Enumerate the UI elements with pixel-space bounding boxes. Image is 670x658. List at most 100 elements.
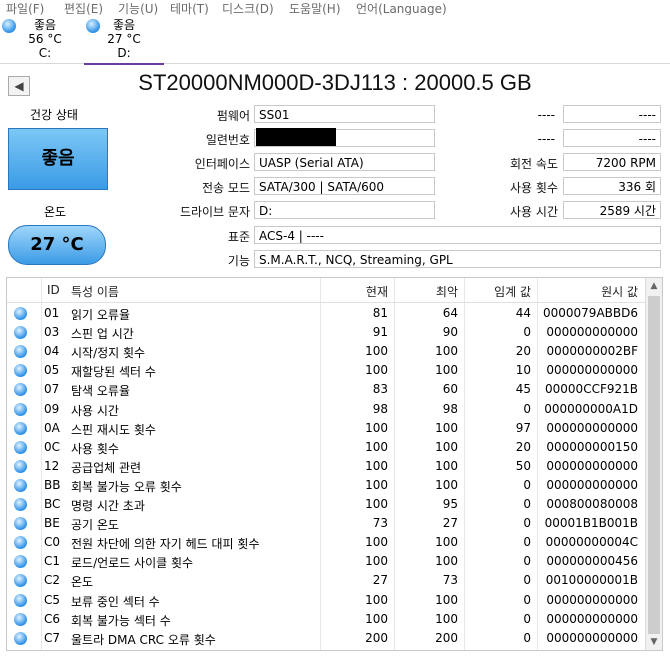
status-dot-icon — [14, 574, 27, 588]
header-id[interactable]: ID — [47, 283, 60, 297]
attr-raw: 000000000000 — [546, 592, 638, 607]
attr-worst: 64 — [442, 306, 458, 320]
attr-worst: 98 — [442, 401, 458, 416]
table-row[interactable]: 0A 스핀 재시도 횟수 100 100 97 000000000000 — [7, 419, 647, 438]
temperature-button[interactable]: 27 °C — [8, 225, 106, 265]
status-dot-icon — [14, 478, 27, 492]
attr-id: C7 — [44, 630, 61, 645]
attr-worst: 100 — [435, 477, 458, 492]
standard-field: ACS-4 | ---- — [254, 226, 661, 244]
attr-current: 91 — [372, 325, 388, 340]
status-dot-icon — [14, 498, 27, 511]
table-row[interactable]: C6 회복 불가능 섹터 수 100 100 0 000000000000 — [7, 610, 647, 629]
header-raw[interactable]: 원시 값 — [537, 283, 638, 300]
attr-worst: 95 — [442, 497, 458, 511]
right-info-2a: ---- — [440, 129, 560, 147]
attr-worst: 27 — [442, 516, 458, 531]
attr-worst: 200 — [435, 630, 458, 645]
drive-letter-label: 드라이브 문자 — [179, 205, 250, 219]
status-dot-icon — [14, 517, 27, 531]
table-header: ID 특성 이름 현재 최악 임계 값 원시 값 — [7, 278, 647, 303]
scroll-up-icon[interactable]: ▲ — [646, 278, 662, 294]
status-dot-icon — [14, 555, 27, 569]
table-row[interactable]: 01 읽기 오류율 81 64 44 0000079ABBD6 — [7, 304, 647, 323]
attr-threshold: 0 — [523, 630, 531, 645]
attr-threshold: 0 — [523, 477, 531, 492]
attr-raw: 00000000004C — [545, 535, 638, 550]
table-row[interactable]: BB 회복 불가능 오류 횟수 100 100 0 000000000000 — [7, 476, 647, 495]
interface-field: UASP (Serial ATA) — [254, 153, 435, 171]
table-row[interactable]: 0C 사용 횟수 100 100 20 000000000150 — [7, 438, 647, 457]
health-status-button[interactable]: 좋음 — [8, 128, 108, 190]
attr-worst: 100 — [435, 611, 458, 626]
attr-name: 로드/언로드 사이클 횟수 — [71, 556, 194, 571]
status-dot-icon — [2, 19, 16, 33]
table-row[interactable]: 04 시작/정지 횟수 100 100 20 0000000002BF — [7, 342, 647, 361]
table-row[interactable]: 12 공급업체 관련 100 100 50 000000000000 — [7, 457, 647, 476]
attr-id: 0C — [44, 439, 61, 454]
attr-name: 온도 — [71, 575, 94, 590]
table-row[interactable]: C0 전원 차단에 의한 자기 헤드 대피 횟수 100 100 0 0000000000… — [7, 533, 647, 552]
scroll-down-icon[interactable]: ▼ — [646, 634, 662, 650]
table-row[interactable]: 09 사용 시간 98 98 0 000000000A1D — [7, 400, 647, 419]
status-dot-icon — [14, 307, 27, 320]
table-row[interactable]: C2 온도 27 73 0 00100000001B — [7, 571, 647, 590]
header-worst[interactable]: 최악 — [394, 283, 458, 300]
attr-raw: 000000000000 — [546, 363, 638, 378]
table-row[interactable]: C1 로드/언로드 사이클 횟수 100 100 0 000000000456 — [7, 552, 647, 571]
attr-id: 01 — [44, 306, 60, 320]
attr-name: 공급업체 관련 — [71, 460, 142, 475]
right-info-2b: ---- — [563, 129, 661, 147]
attr-worst: 73 — [442, 573, 458, 588]
table-row[interactable]: 05 재할당된 섹터 수 100 100 10 000000000000 — [7, 361, 647, 380]
attr-raw: 00001B1B001B — [544, 516, 638, 531]
attr-worst: 100 — [435, 420, 458, 435]
status-dot-icon — [14, 364, 27, 378]
header-name[interactable]: 특성 이름 — [71, 283, 119, 300]
attr-id: 04 — [44, 344, 60, 359]
attr-threshold: 0 — [523, 573, 531, 588]
status-dot-icon — [14, 421, 27, 435]
status-dot-icon — [86, 19, 100, 33]
scroll-thumb[interactable] — [648, 296, 660, 634]
table-row[interactable]: BC 명령 시간 초과 100 95 0 000800080008 — [7, 495, 647, 514]
attr-raw: 000000000A1D — [544, 401, 638, 416]
status-dot-icon — [14, 631, 27, 645]
attr-raw: 00100000001B — [545, 573, 638, 588]
disk-tab-c[interactable]: 좋음 56 °C C: — [0, 17, 80, 63]
firmware-label: 펌웨어 — [216, 109, 250, 123]
table-row[interactable]: C5 보류 중인 섹터 수 100 100 0 000000000000 — [7, 591, 647, 610]
attr-threshold: 0 — [523, 592, 531, 607]
temperature-label: 온도 — [44, 205, 67, 219]
attr-threshold: 50 — [515, 458, 531, 473]
status-dot-icon — [14, 536, 27, 550]
header-current[interactable]: 현재 — [320, 283, 388, 300]
attr-name: 명령 시간 초과 — [71, 499, 145, 513]
attr-threshold: 0 — [523, 535, 531, 550]
interface-label: 인터페이스 — [194, 157, 250, 171]
smart-attribute-table[interactable]: ID 특성 이름 현재 최악 임계 값 원시 값 01 읽기 오류율 81 64 44 0… — [6, 277, 663, 651]
attr-raw: 000000000000 — [546, 630, 638, 645]
attr-id: BB — [44, 477, 61, 492]
attr-threshold: 20 — [515, 344, 531, 359]
attr-raw: 000000000150 — [546, 439, 638, 454]
table-row[interactable]: 07 탐색 오류율 83 60 45 00000CCF921B — [7, 380, 647, 399]
attr-raw: 00000CCF921B — [545, 382, 638, 397]
serial-redaction — [256, 128, 336, 146]
table-row[interactable]: BE 공기 온도 73 27 0 00001B1B001B — [7, 514, 647, 533]
disk-tab-d[interactable]: 좋음 27 °C D: — [84, 17, 164, 65]
power-count-label: 사용 횟수 — [510, 181, 558, 195]
attr-current: 100 — [365, 363, 388, 378]
header-threshold[interactable]: 임계 값 — [464, 283, 531, 300]
table-scrollbar[interactable]: ▲ ▼ — [645, 278, 662, 650]
attr-raw: 000000000000 — [546, 325, 638, 340]
table-row[interactable]: C7 울트라 DMA CRC 오류 횟수 200 200 0 000000000000 — [7, 629, 647, 648]
attr-raw: 0000079ABBD6 — [543, 306, 638, 320]
attr-id: 09 — [44, 401, 60, 416]
status-dot-icon — [14, 459, 27, 473]
attr-id: C6 — [44, 611, 61, 626]
attr-worst: 100 — [435, 458, 458, 473]
table-row[interactable]: 03 스핀 업 시간 91 90 0 000000000000 — [7, 323, 647, 342]
features-field: S.M.A.R.T., NCQ, Streaming, GPL — [254, 250, 661, 268]
transfer-mode-field: SATA/300 | SATA/600 — [254, 177, 435, 195]
